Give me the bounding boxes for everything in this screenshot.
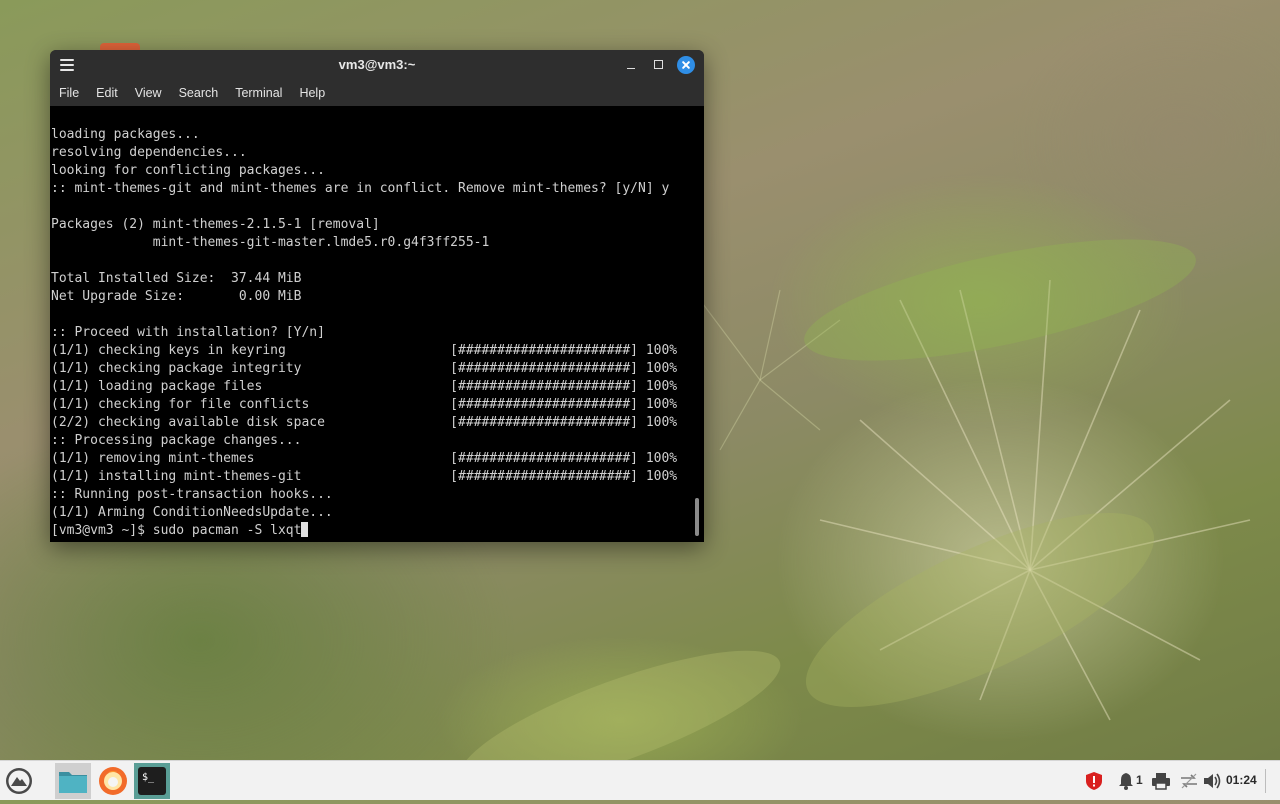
terminal-icon: $_ [138,767,166,795]
text-cursor [301,522,309,537]
scrollbar[interactable] [690,106,704,542]
security-shield-icon[interactable] [1084,771,1104,791]
background-window-tab[interactable] [100,43,140,50]
app-menu-button[interactable] [0,763,38,799]
terminal-output: loading packages... resolving dependenci… [51,126,677,540]
menu-edit[interactable]: Edit [90,80,124,106]
terminal-area[interactable]: loading packages... resolving dependenci… [50,106,690,542]
menu-bar: File Edit View Search Terminal Help [50,80,704,106]
notifications-tray[interactable]: 1 [1118,771,1146,791]
terminal-line: (1/1) installing mint-themes-git [######… [51,469,678,484]
terminal-line: (1/1) checking keys in keyring [########… [51,343,678,358]
files-taskbar-button[interactable] [55,763,91,799]
shell-prompt: [vm3@vm3 ~]$ [51,523,153,538]
volume-icon[interactable] [1202,771,1222,791]
terminal-line: :: Running post-transaction hooks... [51,487,333,502]
terminal-line: mint-themes-git-master.lmde5.r0.g4f3ff25… [152,235,490,250]
menu-search[interactable]: Search [173,80,225,106]
maximize-button[interactable] [650,56,668,74]
terminal-line: :: Processing package changes... [51,433,302,448]
minimize-button[interactable] [622,56,640,74]
clock[interactable]: 01:24 [1226,773,1257,787]
terminal-line: (1/1) loading package files [###########… [51,379,678,394]
firefox-icon [99,767,127,795]
menu-view[interactable]: View [129,80,168,106]
folder-icon [59,772,87,793]
terminal-line: :: mint-themes-git and mint-themes are i… [51,181,670,196]
menu-file[interactable]: File [53,80,85,106]
terminal-line: loading packages... [51,127,200,142]
terminal-line: (1/1) checking package integrity [######… [51,361,678,376]
bell-icon [1119,773,1133,790]
scrollbar-thumb[interactable] [695,498,699,536]
terminal-line: (1/1) Arming ConditionNeedsUpdate... [51,505,333,520]
printer-icon[interactable] [1151,771,1171,791]
terminal-window: vm3@vm3:~ File Edit View Search Terminal… [50,50,704,542]
title-bar[interactable]: vm3@vm3:~ [50,50,704,80]
firefox-taskbar-button[interactable] [95,763,131,799]
terminal-line: (1/1) removing mint-themes [############… [51,451,678,466]
svg-text:$_: $_ [142,772,155,783]
terminal-line: looking for conflicting packages... [51,163,325,178]
window-title: vm3@vm3:~ [338,57,416,72]
command-input[interactable]: sudo pacman -S lxqt [153,523,302,538]
menu-terminal[interactable]: Terminal [229,80,288,106]
terminal-lines: loading packages... resolving dependenci… [51,127,677,520]
terminal-line: Total Installed Size: 37.44 MiB [51,271,302,286]
show-desktop-button[interactable] [1265,769,1266,793]
notification-count: 1 [1136,773,1143,787]
close-button[interactable] [677,56,695,74]
terminal-line: :: Proceed with installation? [Y/n] [51,325,325,340]
terminal-line: resolving dependencies... [51,145,247,160]
terminal-line: Packages (2) mint-themes-2.1.5-1 [remova… [51,217,380,232]
taskbar: $_ 1 01:24 [0,760,1280,800]
terminal-taskbar-button[interactable]: $_ [134,763,170,799]
menu-help[interactable]: Help [293,80,331,106]
cinnamon-menu-icon [6,768,32,794]
terminal-line: (2/2) checking available disk space [###… [51,415,678,430]
terminal-line: Net Upgrade Size: 0.00 MiB [51,289,302,304]
network-icon[interactable] [1179,771,1199,791]
terminal-line: (1/1) checking for file conflicts [#####… [51,397,678,412]
